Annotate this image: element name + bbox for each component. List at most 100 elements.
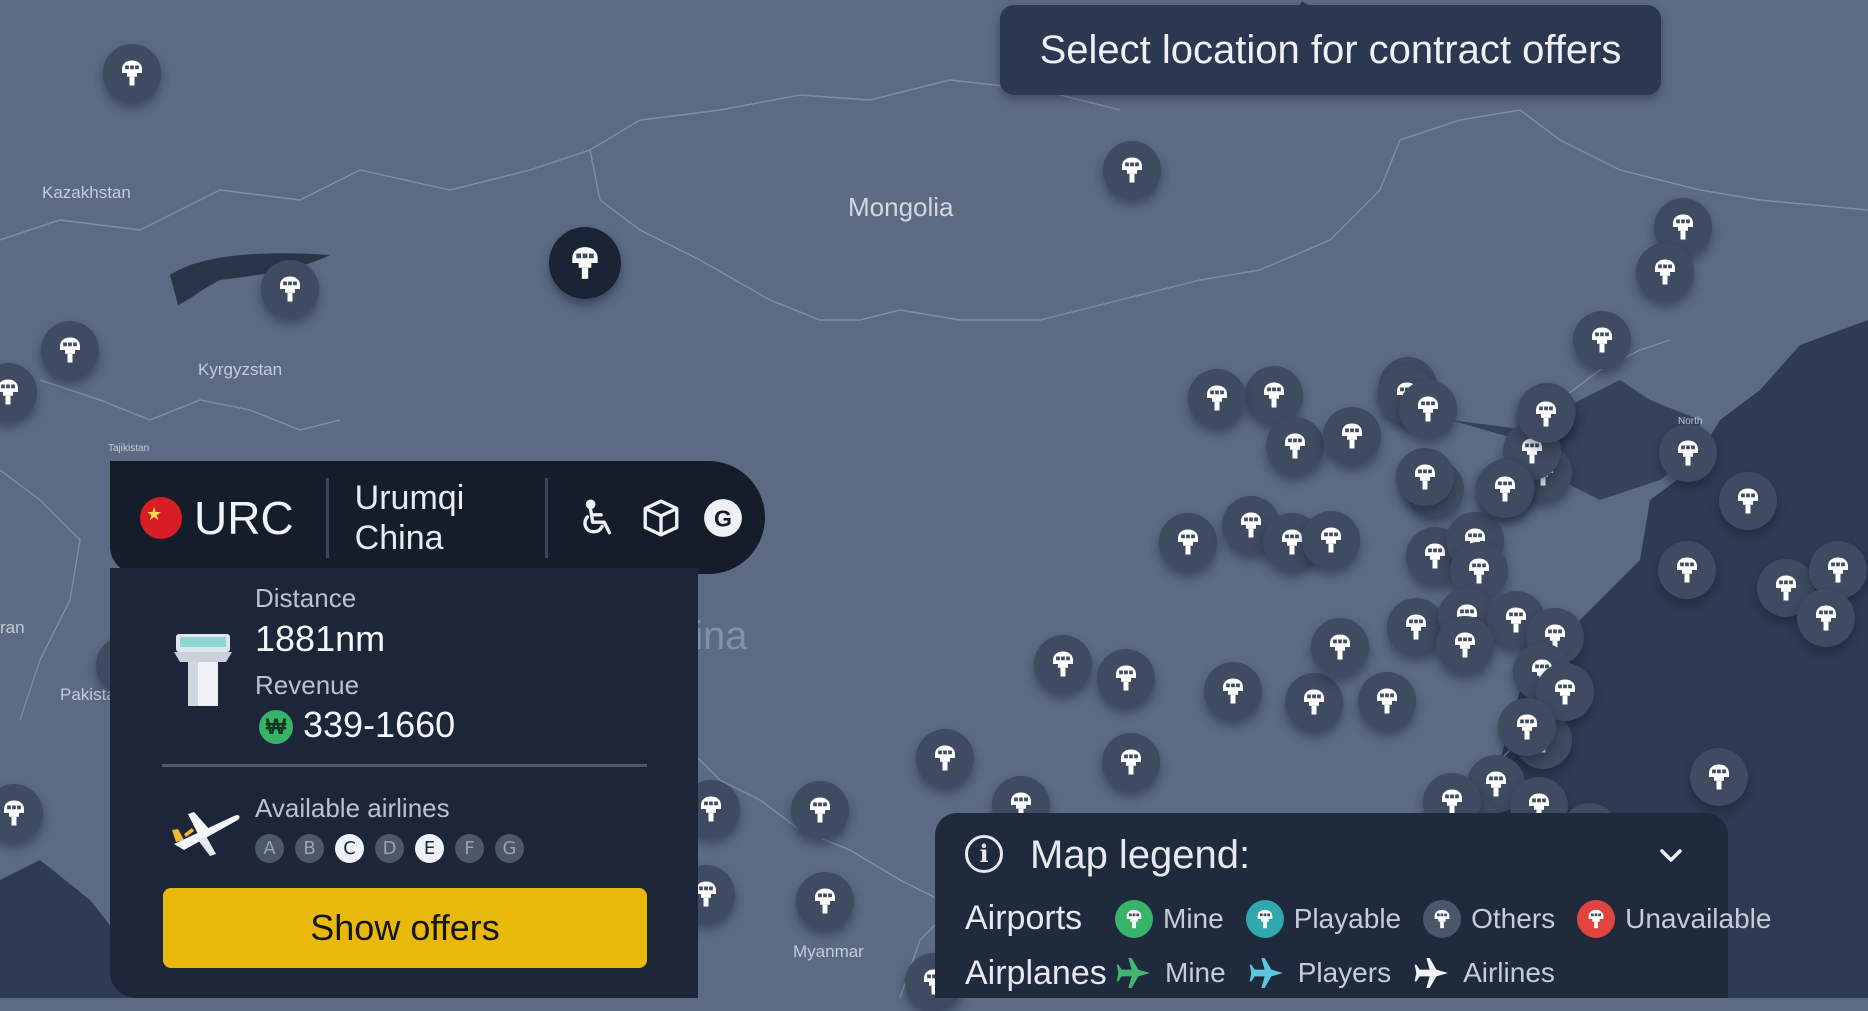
svg-text:G: G xyxy=(714,505,732,531)
airport-mine-icon xyxy=(1115,899,1153,938)
info-icon: i xyxy=(965,835,1003,873)
airport-location: Urumqi China xyxy=(355,478,545,558)
legend-airport-others: Others xyxy=(1423,899,1555,938)
airport-pin[interactable] xyxy=(1573,311,1631,369)
legend-airports-row: Airports Mine Playable Others Unavailabl… xyxy=(965,899,1793,938)
legend-airplane-airlines: Airlines xyxy=(1413,953,1555,993)
airport-pin[interactable] xyxy=(1103,141,1161,199)
airport-pin[interactable] xyxy=(1659,424,1717,482)
airport-pin[interactable] xyxy=(1476,460,1534,518)
currency-icon: ₩ xyxy=(259,710,293,745)
airport-pin[interactable] xyxy=(261,260,319,318)
airport-tower-icon xyxy=(810,886,840,916)
airport-tower-icon xyxy=(1372,686,1402,716)
legend-airplane-mine: Mine xyxy=(1115,953,1226,993)
airport-tower-icon xyxy=(1650,257,1680,287)
airport-pin[interactable] xyxy=(796,872,854,930)
divider xyxy=(162,764,647,767)
airport-tower-icon xyxy=(0,377,23,407)
airport-playable-icon xyxy=(1245,899,1284,938)
revenue-label: Revenue xyxy=(255,670,360,700)
airport-pin[interactable] xyxy=(1311,618,1369,676)
cargo-box-icon xyxy=(643,499,679,536)
legend-airplane-players-label: Players xyxy=(1297,957,1392,988)
airport-others-icon xyxy=(1423,899,1462,938)
airport-pin[interactable] xyxy=(1323,407,1381,465)
airport-pin[interactable] xyxy=(1302,511,1360,569)
airport-tower-icon xyxy=(1280,431,1310,461)
airport-code: URC xyxy=(194,491,294,544)
legend-airport-mine-label: Mine xyxy=(1163,902,1224,934)
airport-pin[interactable] xyxy=(1245,366,1303,424)
airport-tower-icon xyxy=(1116,747,1146,777)
airport-pin[interactable] xyxy=(1102,733,1160,791)
country-label-myanmar: Myanmar xyxy=(793,942,864,961)
airport-pin[interactable] xyxy=(791,781,849,839)
legend-airplanes-row: Airplanes Mine Players Airlines xyxy=(965,953,1577,993)
airport-tower-icon xyxy=(1823,555,1853,585)
airport-tower-icon xyxy=(1259,380,1289,410)
banner-text: Select location for contract offers xyxy=(1039,27,1622,72)
airport-pin[interactable] xyxy=(41,321,99,379)
airport-pin[interactable] xyxy=(1188,369,1246,427)
airport-tower-icon xyxy=(1704,762,1734,792)
airport-pin[interactable] xyxy=(1034,635,1092,693)
airport-tower-icon xyxy=(1811,603,1841,633)
airport-pin[interactable] xyxy=(1436,616,1494,674)
airplane-icon xyxy=(172,812,240,856)
revenue-value: 339-1660 xyxy=(303,704,456,745)
airport-pin[interactable] xyxy=(916,729,974,787)
airport-pin[interactable] xyxy=(1159,513,1217,571)
airport-tower-icon xyxy=(1236,510,1266,540)
china-flag-icon: ★ xyxy=(140,496,182,539)
airport-pin[interactable] xyxy=(103,44,161,102)
airport-tower-icon xyxy=(1450,630,1480,660)
airport-pin[interactable] xyxy=(1097,649,1155,707)
airport-pin[interactable] xyxy=(1658,541,1716,599)
airport-pin[interactable] xyxy=(1797,589,1855,647)
airport-pin[interactable] xyxy=(1266,417,1324,475)
legend-airport-playable-label: Playable xyxy=(1293,902,1402,934)
airport-tower-icon xyxy=(566,244,604,282)
airport-header: ★ URC Urumqi China G xyxy=(110,461,765,574)
airport-tower-icon xyxy=(1325,632,1355,662)
airplane-airlines-icon xyxy=(1414,958,1449,988)
class-b-badge: B xyxy=(295,834,324,863)
divider xyxy=(544,477,548,558)
country-label-kyrgyzstan: Kyrgyzstan xyxy=(198,360,283,379)
show-offers-button[interactable]: Show offers xyxy=(163,888,647,968)
divider xyxy=(325,477,329,558)
airport-pin[interactable] xyxy=(1498,698,1556,756)
class-g-badge: G xyxy=(495,834,524,863)
legend-airport-unavailable-label: Unavailable xyxy=(1625,902,1772,934)
airplane-players-icon xyxy=(1249,958,1283,988)
class-c-badge: C xyxy=(335,834,364,863)
airport-city: Urumqi xyxy=(354,478,465,517)
map-legend-title: Map legend: xyxy=(1030,833,1251,877)
country-label-iran: ran xyxy=(0,618,25,637)
airport-features: G xyxy=(578,497,744,539)
selected-airport-pin[interactable] xyxy=(549,227,621,299)
chevron-down-icon[interactable] xyxy=(1658,843,1684,869)
airport-pin[interactable] xyxy=(1719,472,1777,530)
airport-tower-icon xyxy=(696,794,726,824)
airport-pin[interactable] xyxy=(1399,380,1457,438)
legend-airplane-mine-label: Mine xyxy=(1165,957,1226,988)
airport-tower-icon xyxy=(1771,573,1801,603)
airport-tower-icon xyxy=(1299,687,1329,717)
airport-pin[interactable] xyxy=(1204,662,1262,720)
airport-pin[interactable] xyxy=(1358,672,1416,730)
class-d-badge: D xyxy=(375,834,404,863)
airport-tower-icon xyxy=(1117,155,1147,185)
airport-pin[interactable] xyxy=(1517,385,1575,443)
airport-tower-icon xyxy=(930,743,960,773)
airport-pin[interactable] xyxy=(1396,448,1454,506)
map-legend: i Map legend: Airports Mine Playable Oth… xyxy=(935,813,1771,998)
airport-pin[interactable] xyxy=(1285,673,1343,731)
airport-tower-icon xyxy=(55,335,85,365)
airport-tower-icon xyxy=(1337,421,1367,451)
airport-country: China xyxy=(354,518,444,557)
airport-pin[interactable] xyxy=(1690,748,1748,806)
airport-pin[interactable] xyxy=(1636,243,1694,301)
airport-tower-icon xyxy=(1673,438,1703,468)
